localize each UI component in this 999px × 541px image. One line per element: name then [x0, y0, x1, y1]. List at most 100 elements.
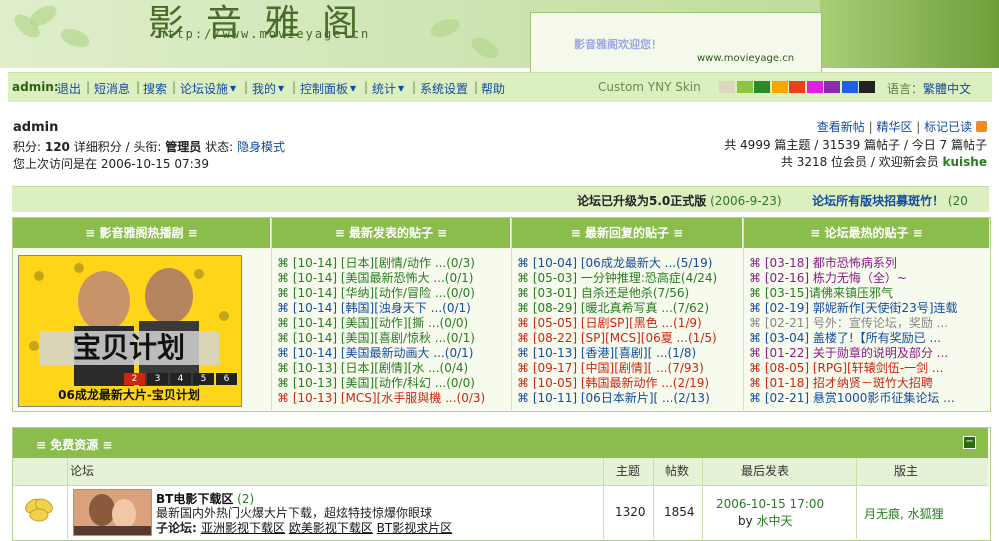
column-divider [511, 218, 512, 410]
chevron-down-icon[interactable]: ▼ [350, 80, 356, 94]
nav-separator: | [136, 80, 141, 94]
last-visit: 您上次访问是在 2006-10-15 07:39 [13, 157, 209, 171]
header-site-url: www.movieyage.cn [697, 53, 795, 64]
score-detail[interactable]: 详细积分 / 头衔: [70, 140, 165, 154]
nav-username[interactable]: admin: [12, 80, 59, 94]
rss-icon[interactable] [976, 121, 987, 132]
nav-forum-facilities[interactable]: 论坛设施 [180, 80, 228, 97]
new-reply-item[interactable]: ⌘ [05-03] 一分钟推理:恐高症(4/24) [517, 271, 741, 286]
new-reply-item[interactable]: ⌘ [08-29] [暖北真希写真 ...(7/62) [517, 301, 741, 316]
nav-separator: | [292, 80, 297, 94]
nav-search[interactable]: 搜索 [143, 80, 167, 97]
forum-thumbnail-image[interactable] [73, 489, 152, 536]
skin-color-swatch[interactable] [771, 81, 788, 93]
chevron-down-icon[interactable]: ▼ [230, 80, 236, 94]
announcement-1[interactable]: 论坛已升级为5.0正式版 [577, 194, 706, 208]
forum-stats-line: 共 4999 篇主题 / 31539 篇帖子 / 今日 7 篇帖子 [724, 138, 987, 152]
col-header-hottest: ≡ 论坛最热的贴子 ≡ [744, 218, 989, 248]
chevron-down-icon[interactable]: ▼ [278, 80, 284, 94]
col-last-post: 最后发表 [741, 464, 790, 478]
view-new-posts-link[interactable]: 查看新帖 [817, 120, 865, 134]
col-posts: 帖数 [665, 464, 690, 478]
poster-page-button[interactable]: 6 [216, 373, 237, 385]
new-post-item[interactable]: ⌘ [10-13] [美国][动作/科幻 ...(0/0) [277, 376, 509, 391]
column-divider [856, 458, 857, 539]
skin-color-swatch[interactable] [859, 81, 875, 93]
new-post-item[interactable]: ⌘ [10-14] [韩国][浊身天下 ...(0/1) [277, 301, 509, 316]
new-post-item[interactable]: ⌘ [10-14] [日本][剧情/动作 ...(0/3) [277, 256, 509, 271]
new-member-link[interactable]: kuishe [943, 155, 987, 169]
nav-help[interactable]: 帮助 [481, 80, 505, 97]
forum-category-title[interactable]: ≡ 免费资源 ≡ [36, 436, 112, 453]
hot-post-item[interactable]: ⌘ [03-04] 盖楼了!【所有奖励已 ... [749, 331, 985, 346]
member-stats-text: 共 3218 位会员 / 欢迎新会员 [780, 155, 943, 169]
new-reply-item[interactable]: ⌘ [10-13] [香港][喜剧][ ...(1/8) [517, 346, 741, 361]
skin-color-swatch[interactable] [719, 81, 735, 93]
nav-system-settings[interactable]: 系统设置 [420, 80, 468, 97]
collapse-icon[interactable]: − [963, 436, 976, 449]
new-reply-item[interactable]: ⌘ [08-22] [SP][MCS][06夏 ...(1/5) [517, 331, 741, 346]
hot-post-item[interactable]: ⌘ [02-19] 郭妮新作[天使街23号]连载 [749, 301, 985, 316]
forum-moderators[interactable]: 月无痕, 水狐狸 [864, 505, 944, 522]
header-welcome-text: 影音雅阁欢迎您！ [574, 38, 662, 51]
subforum-link-request[interactable]: BT影视求片区 [377, 521, 453, 535]
announcement-2[interactable]: 论坛所有版块招募斑竹！ [812, 194, 944, 208]
language-value[interactable]: 繁體中文 [923, 82, 971, 96]
new-post-item[interactable]: ⌘ [10-14] [华纳][动作/冒险 ...(0/0) [277, 286, 509, 301]
subforum-link-asia[interactable]: 亚洲影视下载区 [201, 521, 285, 535]
column-divider [603, 458, 604, 539]
new-reply-item[interactable]: ⌘ [10-05] [韩国最新动作 ...(2/19) [517, 376, 741, 391]
skin-color-swatch[interactable] [841, 81, 858, 93]
new-post-item[interactable]: ⌘ [10-14] [美国][喜剧/惊秋 ...(0/1) [277, 331, 509, 346]
poster-page-button[interactable]: 2 [124, 373, 145, 385]
poster-page-button[interactable]: 3 [147, 373, 168, 385]
last-post-author-link[interactable]: 水中天 [757, 514, 793, 528]
new-post-item[interactable]: ⌘ [10-14] [美国最新动画大 ...(0/1) [277, 346, 509, 361]
poster-caption[interactable]: 06成龙最新大片-宝贝计划 [18, 386, 240, 403]
new-reply-item[interactable]: ⌘ [10-11] [06日本新片][ ...(2/13) [517, 391, 741, 406]
col-header-new-posts: ≡ 最新发表的贴子 ≡ [272, 218, 510, 248]
nav-messages[interactable]: 短消息 [94, 80, 130, 97]
hot-post-item[interactable]: ⌘ [01-22] 关于勋章的说明及部分 ... [749, 346, 985, 361]
subforum-link-west[interactable]: 欧美影视下载区 [289, 521, 373, 535]
nav-separator: | [244, 80, 249, 94]
hot-post-item[interactable]: ⌘ [08-05] [RPG][轩辕剑伍-一剑 ... [749, 361, 985, 376]
digest-link[interactable]: 精华区 [876, 120, 912, 134]
new-reply-item[interactable]: ⌘ [09-17] [中国][剧情][ ...(7/93) [517, 361, 741, 376]
new-post-item[interactable]: ⌘ [10-13] [MCS][水手服與機 ...(0/3) [277, 391, 509, 406]
nav-stats[interactable]: 统计 [372, 80, 396, 97]
leaf-decoration [428, 15, 462, 41]
language-selector[interactable]: 语言：繁體中文 [887, 80, 971, 97]
skin-color-swatch[interactable] [806, 81, 823, 93]
poster-page-button[interactable]: 4 [170, 373, 191, 385]
new-reply-item[interactable]: ⌘ [10-04] [06成龙最新大 ...(5/19) [517, 256, 741, 271]
last-post-date[interactable]: 2006-10-15 17:00 [716, 497, 824, 511]
skin-color-swatch[interactable] [736, 81, 753, 93]
poster-page-button[interactable]: 5 [193, 373, 214, 385]
skin-color-swatch[interactable] [824, 81, 840, 93]
nav-control-panel[interactable]: 控制面板 [300, 80, 348, 97]
nav-separator: | [474, 80, 479, 94]
new-post-item[interactable]: ⌘ [10-14] [美国最新恐怖大 ...(0/1) [277, 271, 509, 286]
hot-post-item[interactable]: ⌘ [01-18] 招才纳贤－斑竹大招聘 [749, 376, 985, 391]
new-post-item[interactable]: ⌘ [10-13] [日本][剧情][水 ...(0/4) [277, 361, 509, 376]
status-link[interactable]: 隐身模式 [237, 140, 285, 154]
hot-post-item[interactable]: ⌘ [03-18] 都市恐怖病系列 [749, 256, 985, 271]
nav-my[interactable]: 我的 [252, 80, 276, 97]
column-divider [743, 218, 744, 410]
hot-post-item[interactable]: ⌘ [02-21] 号外：宣传论坛，奖励 ... [749, 316, 985, 331]
new-reply-item[interactable]: ⌘ [03-01] 自杀还是他杀(7/56) [517, 286, 741, 301]
hot-post-item[interactable]: ⌘ [03-15]请佛来镇压邪气 [749, 286, 985, 301]
skin-color-swatch[interactable] [754, 81, 770, 93]
new-post-item[interactable]: ⌘ [10-14] [美国][动作][撕 ...(0/0) [277, 316, 509, 331]
hot-post-item[interactable]: ⌘ [02-21] 悬赏1000影币征集论坛 ... [749, 391, 985, 406]
new-reply-item[interactable]: ⌘ [05-05] [日剧SP][黑色 ...(1/9) [517, 316, 741, 331]
mark-read-link[interactable]: 标记已读 [924, 120, 972, 134]
col-topics: 主题 [616, 464, 641, 478]
nav-logout[interactable]: 退出 [57, 80, 81, 97]
skin-color-swatch[interactable] [789, 81, 805, 93]
user-title: 管理员 [165, 140, 202, 154]
hot-post-item[interactable]: ⌘ [02-16] 栋力无悔（全）~ [749, 271, 985, 286]
chevron-down-icon[interactable]: ▼ [398, 80, 404, 94]
forum-posts-count: 1854 [664, 505, 695, 519]
